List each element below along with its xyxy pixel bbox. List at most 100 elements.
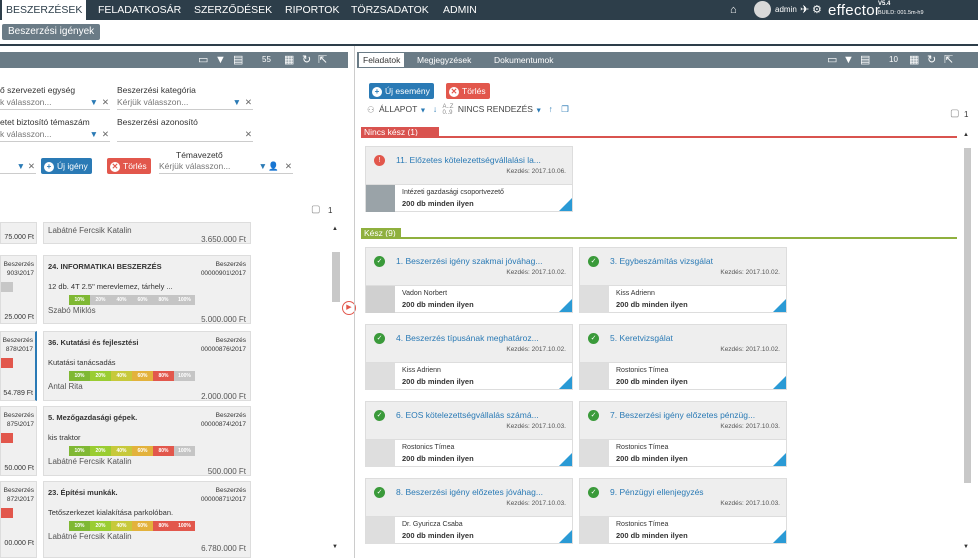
task-card[interactable]: ✓ 7. Beszerzési igény előzetes pénzüg...…: [579, 401, 787, 467]
scroll-down-icon[interactable]: ▼: [332, 544, 340, 550]
group-avatar: [366, 185, 395, 212]
request-card[interactable]: 5. Mezőgazdasági gépek. Beszerzés 000008…: [43, 406, 251, 476]
scroll-up-icon[interactable]: ▲: [332, 226, 340, 232]
sort-order[interactable]: NINCS RENDEZÉS: [458, 104, 533, 114]
right-scrollbar[interactable]: ▲ ▼: [963, 120, 972, 558]
list-icon[interactable]: ▢: [950, 108, 959, 119]
brand-logo: effector V5.4 BUILD: 001.5m-h9: [828, 0, 978, 20]
corner-flag-icon: [773, 299, 786, 312]
grid-icon[interactable]: ▦: [284, 52, 294, 68]
scroll-thumb[interactable]: [964, 148, 971, 483]
export-icon[interactable]: ⇱: [944, 52, 953, 68]
arrow-up-icon[interactable]: ↑: [549, 104, 553, 114]
stub-card[interactable]: Beszerzés 872\2017 00.000 Ft: [0, 481, 37, 558]
tab-megjegyzesek[interactable]: Megjegyzések: [413, 53, 475, 67]
nav-riportok[interactable]: RIPORTOK: [285, 0, 339, 20]
brand-build: BUILD: 001.5m-h9: [878, 10, 924, 16]
sort-state[interactable]: ÁLLAPOT: [379, 104, 417, 114]
supervisor-select[interactable]: Kérjük válasszon... ▼ 👤 ✕: [159, 161, 293, 174]
nav-feladatkosar[interactable]: FELADATKOSÁR: [98, 0, 181, 20]
right-count: 1: [964, 110, 969, 119]
task-card[interactable]: ✓ 6. EOS kötelezettségvállalás számá... …: [365, 401, 573, 467]
plus-icon: +: [372, 86, 382, 97]
new-event-button[interactable]: + Új esemény: [369, 83, 434, 99]
task-card[interactable]: ✓ 3. Egybeszámítás vizsgálat Kezdés: 201…: [579, 247, 787, 313]
delete-event-button[interactable]: ✕ Törlés: [446, 83, 490, 99]
gear-icon[interactable]: ⚙: [812, 0, 822, 20]
avatar: [366, 440, 395, 467]
home-icon[interactable]: ⌂: [730, 0, 737, 20]
x-icon: ✕: [110, 161, 120, 172]
stub-card[interactable]: 75.000 Ft: [0, 222, 37, 244]
request-card[interactable]: Labátné Fercsik Katalin 3.650.000 Ft: [43, 222, 251, 244]
tab-feladatok[interactable]: Feladatok: [359, 53, 405, 67]
scroll-thumb[interactable]: [332, 252, 340, 302]
x-icon: ✕: [449, 86, 459, 97]
grid-icon[interactable]: ▦: [909, 52, 919, 68]
check-icon: ✓: [588, 333, 599, 344]
new-request-button[interactable]: + Új igény: [41, 158, 92, 174]
section-open-line: [361, 136, 957, 138]
avatar: [580, 517, 609, 544]
pin-icon[interactable]: ✈: [800, 0, 809, 20]
list-count: 1: [328, 206, 333, 215]
check-icon: ✓: [588, 256, 599, 267]
top-nav: BESZERZÉSEK FELADATKOSÁR SZERZŐDÉSEK RIP…: [0, 0, 978, 20]
corner-flag-icon: [773, 376, 786, 389]
list-icon[interactable]: ▢: [311, 204, 320, 215]
check-icon: ✓: [374, 410, 385, 421]
req-id-input[interactable]: ✕: [117, 129, 253, 142]
sort-az-icon[interactable]: A..Z 0..9: [442, 104, 453, 116]
refresh-icon[interactable]: ↻: [927, 52, 936, 68]
warning-icon: !: [374, 155, 385, 166]
task-card[interactable]: ! 11. Előzetes kötelezettségvállalási la…: [365, 146, 573, 212]
tab-dokumentumok[interactable]: Dokumentumok: [490, 53, 558, 67]
filter-funnel-icon[interactable]: ▼: [843, 52, 854, 68]
left-scrollbar[interactable]: ▲ ▼: [332, 222, 340, 558]
request-card[interactable]: 36. Kutatási és fejlesztési Beszerzés 00…: [43, 331, 251, 401]
nav-torzsadatok[interactable]: TÖRZSADATOK: [351, 0, 429, 20]
corner-flag-icon: [773, 530, 786, 543]
tab-beszerzesi-igenyek[interactable]: Beszerzési igények: [2, 24, 101, 40]
filter-funnel-icon[interactable]: ▼: [215, 52, 226, 68]
filter-icon[interactable]: ▭: [827, 52, 837, 68]
export-icon[interactable]: ⇱: [318, 52, 327, 68]
delete-request-button[interactable]: ✕ Törlés: [107, 158, 151, 174]
request-card[interactable]: 23. Építési munkák. Beszerzés 00000871\2…: [43, 481, 251, 558]
task-card[interactable]: ✓ 9. Pénzügyi ellenjegyzés Kezdés: 2017.…: [579, 478, 787, 544]
check-icon: ✓: [588, 487, 599, 498]
filter-settings-icon[interactable]: ▤: [233, 52, 243, 68]
extra-select[interactable]: ▼ ✕: [0, 161, 36, 174]
copy-icon[interactable]: ❐: [561, 104, 569, 114]
task-card[interactable]: ✓ 5. Keretvizsgálat Kezdés: 2017.10.02. …: [579, 324, 787, 390]
check-icon: ✓: [374, 333, 385, 344]
progress-bar: 10% 20% 40% 60% 80% 100%: [69, 371, 195, 381]
stub-card[interactable]: Beszerzés 878\2017 54.789 Ft: [0, 331, 37, 401]
task-card[interactable]: ✓ 4. Beszerzés típusának meghatároz... K…: [365, 324, 573, 390]
sort-bar: ⚇ ÁLLAPOT ▼ ↓ A..Z 0..9 NINCS RENDEZÉS ▼ …: [367, 104, 569, 118]
plus-icon: +: [44, 161, 54, 172]
filter-icon[interactable]: ▭: [198, 52, 208, 68]
avatar[interactable]: [754, 1, 771, 18]
nav-admin[interactable]: ADMIN: [443, 0, 477, 20]
funding-select[interactable]: k válasszon... ▼ ✕: [0, 129, 110, 142]
chevron-down-icon[interactable]: ▼: [535, 107, 542, 114]
avatar: [366, 517, 395, 544]
stub-card[interactable]: Beszerzés 875\2017 50.000 Ft: [0, 406, 37, 476]
corner-flag-icon: [559, 299, 572, 312]
user-name[interactable]: admin: [775, 0, 797, 20]
task-card[interactable]: ✓ 8. Beszerzési igény előzetes jóváhag..…: [365, 478, 573, 544]
task-card[interactable]: ✓ 1. Beszerzési igény szakmai jóváhag...…: [365, 247, 573, 313]
org-unit-select[interactable]: k válasszon... ▼ ✕: [0, 97, 110, 110]
stub-card[interactable]: Beszerzés 903\2017 25.000 Ft: [0, 255, 37, 324]
filter-settings-icon[interactable]: ▤: [860, 52, 870, 68]
scroll-up-icon[interactable]: ▲: [963, 132, 969, 138]
scroll-down-icon[interactable]: ▼: [963, 544, 969, 550]
nav-szerzodesek[interactable]: SZERZŐDÉSEK: [194, 0, 272, 20]
request-card[interactable]: 24. INFORMATIKAI BESZERZÉS Beszerzés 000…: [43, 255, 251, 324]
arrow-down-icon[interactable]: ↓: [433, 104, 437, 114]
nav-beszerzesek[interactable]: BESZERZÉSEK: [2, 0, 87, 20]
category-select[interactable]: Kérjük válasszon... ▼ ✕: [117, 97, 253, 110]
refresh-icon[interactable]: ↻: [302, 52, 311, 68]
chevron-down-icon[interactable]: ▼: [420, 107, 427, 114]
